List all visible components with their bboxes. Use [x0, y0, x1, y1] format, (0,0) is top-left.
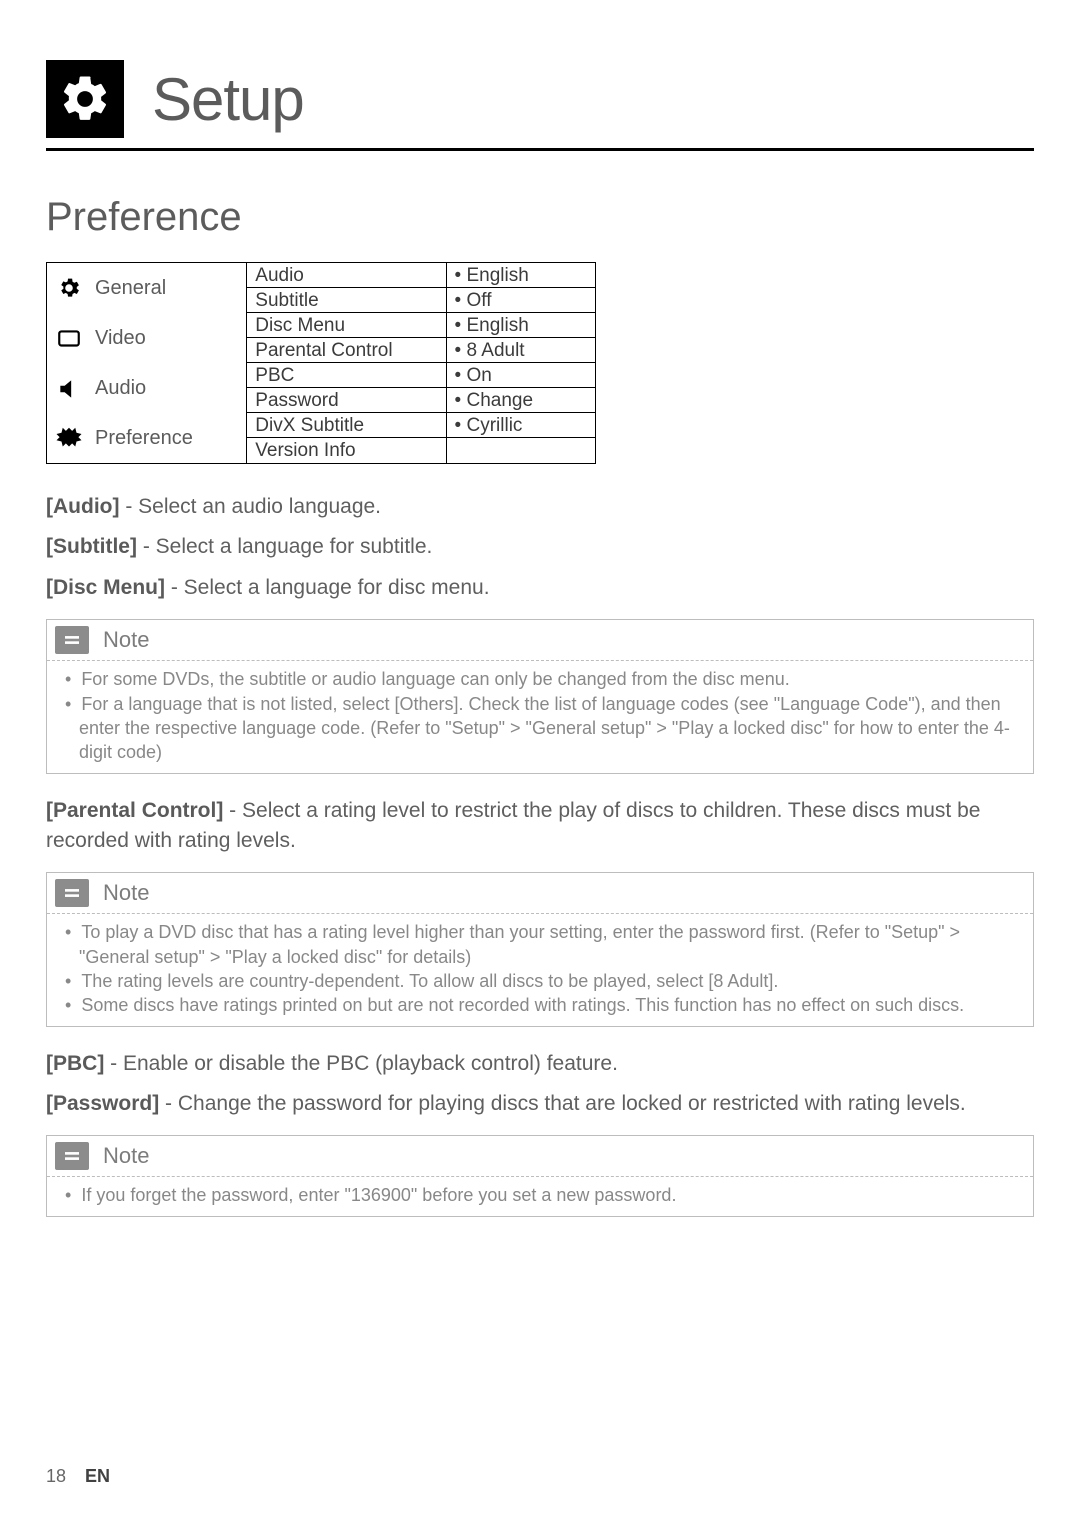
gear-icon — [53, 275, 85, 301]
setting-name[interactable]: Disc Menu — [247, 313, 445, 338]
preference-icon — [53, 424, 85, 454]
desc-parental: [Parental Control] - Select a rating lev… — [46, 796, 1034, 857]
speaker-icon — [53, 376, 85, 402]
setting-name[interactable]: Subtitle — [247, 288, 445, 313]
label: [Subtitle] — [46, 535, 137, 558]
note-label: Note — [103, 627, 149, 653]
setting-name[interactable]: Password — [247, 388, 445, 413]
note-item: If you forget the password, enter "13690… — [79, 1183, 1021, 1207]
text: - Change the password for playing discs … — [159, 1092, 966, 1115]
page-lang: EN — [85, 1466, 110, 1486]
page-footer: 18 EN — [46, 1466, 110, 1487]
note-body: To play a DVD disc that has a rating lev… — [47, 914, 1033, 1025]
text: - Select a language for disc menu. — [165, 576, 490, 599]
note-item: To play a DVD disc that has a rating lev… — [79, 920, 1021, 969]
desc-password: [Password] - Change the password for pla… — [46, 1089, 1034, 1119]
menu-item-video[interactable]: Video — [47, 313, 246, 363]
header-divider — [46, 148, 1034, 151]
setting-name[interactable]: Version Info — [247, 438, 445, 463]
setting-value: • 8 Adult — [447, 338, 595, 363]
settings-names: Audio Subtitle Disc Menu Parental Contro… — [246, 263, 445, 463]
note-body: For some DVDs, the subtitle or audio lan… — [47, 661, 1033, 772]
menu-item-audio[interactable]: Audio — [47, 363, 246, 413]
note-box: Note To play a DVD disc that has a ratin… — [46, 872, 1034, 1026]
menu-label: Audio — [95, 377, 146, 400]
setting-value: • Off — [447, 288, 595, 313]
page-header: Setup — [46, 60, 1034, 138]
note-body: If you forget the password, enter "13690… — [47, 1177, 1033, 1215]
note-icon — [55, 626, 89, 654]
note-header: Note — [47, 620, 1033, 661]
note-box: Note If you forget the password, enter "… — [46, 1135, 1034, 1216]
label: [Disc Menu] — [46, 576, 165, 599]
menu-categories: General Video Audio Preference — [47, 263, 246, 463]
text: - Select an audio language. — [119, 495, 381, 518]
label: [Parental Control] — [46, 799, 223, 822]
setting-name[interactable]: Audio — [247, 263, 445, 288]
page-title: Setup — [152, 65, 304, 134]
note-item: Some discs have ratings printed on but a… — [79, 993, 1021, 1017]
desc-audio: [Audio] - Select an audio language. — [46, 492, 1034, 522]
note-header: Note — [47, 1136, 1033, 1177]
setting-value: • English — [447, 313, 595, 338]
note-label: Note — [103, 880, 149, 906]
gear-icon — [46, 60, 124, 138]
setting-value: • On — [447, 363, 595, 388]
text: - Enable or disable the PBC (playback co… — [104, 1052, 618, 1075]
text: - Select a language for subtitle. — [137, 535, 432, 558]
settings-values: • English • Off • English • 8 Adult • On… — [446, 263, 595, 463]
note-item: For some DVDs, the subtitle or audio lan… — [79, 667, 1021, 691]
note-item: For a language that is not listed, selec… — [79, 692, 1021, 765]
note-icon — [55, 879, 89, 907]
menu-label: Video — [95, 327, 146, 350]
setting-value: • Cyrillic — [447, 413, 595, 438]
section-title: Preference — [46, 195, 1034, 240]
monitor-icon — [53, 326, 85, 352]
setting-value: • English — [447, 263, 595, 288]
desc-discmenu: [Disc Menu] - Select a language for disc… — [46, 573, 1034, 603]
setting-name[interactable]: DivX Subtitle — [247, 413, 445, 438]
note-item: The rating levels are country-dependent.… — [79, 969, 1021, 993]
note-label: Note — [103, 1143, 149, 1169]
menu-label: Preference — [95, 427, 193, 450]
setting-name[interactable]: PBC — [247, 363, 445, 388]
note-header: Note — [47, 873, 1033, 914]
label: [Audio] — [46, 495, 119, 518]
preference-menu: General Video Audio Preference Audio Sub… — [46, 262, 596, 464]
setting-name[interactable]: Parental Control — [247, 338, 445, 363]
note-box: Note For some DVDs, the subtitle or audi… — [46, 619, 1034, 773]
menu-label: General — [95, 277, 166, 300]
menu-item-preference[interactable]: Preference — [47, 413, 246, 463]
note-icon — [55, 1142, 89, 1170]
desc-subtitle: [Subtitle] - Select a language for subti… — [46, 532, 1034, 562]
setting-value — [447, 438, 595, 463]
desc-pbc: [PBC] - Enable or disable the PBC (playb… — [46, 1049, 1034, 1079]
setting-value: • Change — [447, 388, 595, 413]
label: [PBC] — [46, 1052, 104, 1075]
label: [Password] — [46, 1092, 159, 1115]
page-number: 18 — [46, 1466, 66, 1486]
menu-item-general[interactable]: General — [47, 263, 246, 313]
